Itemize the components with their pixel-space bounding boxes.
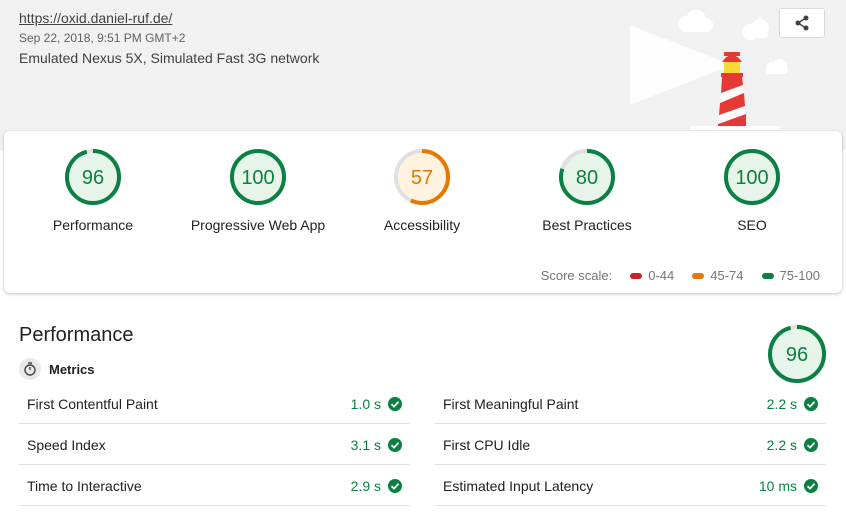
score-value: 80: [576, 167, 598, 189]
pass-check-icon: [388, 478, 402, 493]
gauge-performance[interactable]: 96 Performance: [13, 147, 173, 233]
metric-row: Speed Index 3.1 s: [19, 425, 410, 465]
gauge-seo[interactable]: 100 SEO: [672, 147, 832, 233]
metric-row: First CPU Idle 2.2 s: [435, 425, 826, 465]
metric-row: First Meaningful Paint 2.2 s: [435, 384, 826, 424]
scale-range-pass: 75-100: [779, 268, 820, 283]
metric-name: First Meaningful Paint: [443, 395, 579, 412]
performance-score-value: 96: [786, 344, 808, 366]
metric-name: First CPU Idle: [443, 436, 531, 453]
metric-value: 10 ms: [758, 477, 797, 494]
performance-section-title: Performance: [19, 324, 134, 346]
share-button[interactable]: [779, 8, 825, 38]
score-scale-legend: Score scale: 0-44 45-74 75-100: [541, 268, 820, 283]
score-value: 96: [82, 167, 104, 189]
scale-range-average: 45-74: [710, 268, 744, 283]
scale-range-fail: 0-44: [648, 268, 675, 283]
metric-value: 3.1 s: [350, 436, 381, 453]
metric-value: 1.0 s: [350, 395, 381, 412]
metrics-label: Metrics: [49, 361, 95, 377]
page-url-link[interactable]: https://oxid.daniel-ruf.de/: [19, 10, 172, 26]
scale-dot-pass: [761, 272, 774, 279]
gauge-label: SEO: [737, 217, 767, 233]
metric-name: Speed Index: [27, 436, 106, 453]
gauge-best-practices[interactable]: 80 Best Practices: [507, 147, 667, 233]
score-value: 57: [411, 167, 433, 189]
score-gauge-ring: 100: [724, 149, 780, 205]
score-gauge-ring: 57: [394, 149, 450, 205]
metric-name: First Contentful Paint: [27, 395, 158, 412]
score-value: 100: [241, 167, 274, 189]
metric-value: 2.2 s: [766, 395, 797, 412]
metric-row: First Contentful Paint 1.0 s: [19, 384, 410, 424]
metric-row: Time to Interactive 2.9 s: [19, 466, 410, 506]
gauge-pwa[interactable]: 100 Progressive Web App: [178, 147, 338, 233]
environment-info: Emulated Nexus 5X, Simulated Fast 3G net…: [19, 50, 320, 66]
gauge-label: Performance: [52, 217, 134, 233]
pass-check-icon: [804, 396, 818, 411]
report-timestamp: Sep 22, 2018, 9:51 PM GMT+2: [19, 31, 186, 45]
metrics-group-header: Metrics: [19, 358, 95, 380]
metric-name: Time to Interactive: [27, 477, 142, 494]
pass-check-icon: [804, 478, 818, 493]
metric-value: 2.2 s: [766, 436, 797, 453]
gauge-accessibility[interactable]: 57 Accessibility: [342, 147, 502, 233]
share-icon: [795, 15, 809, 31]
metric-row: Estimated Input Latency 10 ms: [435, 466, 826, 506]
score-value: 100: [735, 167, 768, 189]
score-gauge-ring: 80: [559, 149, 615, 205]
scale-dot-average: [692, 272, 705, 279]
gauge-label: Accessibility: [383, 217, 461, 233]
report-header: https://oxid.daniel-ruf.de/ Sep 22, 2018…: [0, 0, 846, 150]
scale-dot-fail: [630, 272, 643, 279]
gauge-label: Progressive Web App: [190, 217, 326, 233]
score-gauge-ring: 100: [230, 149, 286, 205]
category-scores-card: 96 Performance 100 Progressive Web App 5…: [4, 131, 842, 293]
performance-score-gauge[interactable]: 96: [767, 324, 827, 384]
pass-check-icon: [804, 437, 818, 452]
gauge-label: Best Practices: [542, 217, 632, 233]
pass-check-icon: [388, 396, 402, 411]
metric-value: 2.9 s: [350, 477, 381, 494]
score-gauge-ring: 96: [65, 149, 121, 205]
score-scale-label: Score scale:: [540, 268, 613, 283]
pass-check-icon: [388, 437, 402, 452]
metric-name: Estimated Input Latency: [443, 477, 594, 494]
stopwatch-icon: [19, 358, 41, 380]
